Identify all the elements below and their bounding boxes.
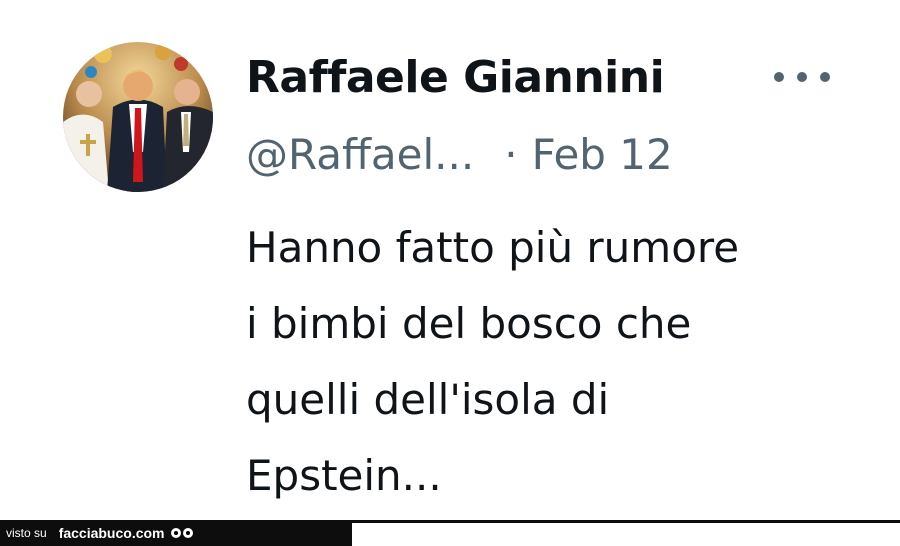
tweet-card: Raffaele Giannini @Raffael... · Feb 12 Han…: [0, 0, 900, 520]
eyes-logo-icon: [170, 528, 193, 538]
dot-icon: [797, 72, 807, 82]
author-name[interactable]: Raffaele Giannini: [246, 50, 665, 106]
watermark-bar: visto su facciabuco.com: [0, 520, 352, 546]
watermark-prefix: visto su: [6, 526, 47, 540]
more-options-icon[interactable]: [774, 62, 830, 92]
tweet-meta: @Raffael... · Feb 12: [246, 128, 673, 182]
eye-icon: [170, 528, 181, 538]
avatar-photo-icon: [63, 42, 213, 192]
author-handle[interactable]: @Raffael...: [246, 128, 474, 182]
footer-divider: [352, 520, 900, 523]
eye-icon: [182, 528, 193, 538]
dot-icon: [774, 72, 784, 82]
author-avatar[interactable]: [63, 42, 213, 192]
watermark-site[interactable]: facciabuco.com: [59, 525, 165, 541]
meta-separator: ·: [504, 130, 518, 179]
tweet-date[interactable]: Feb 12: [532, 130, 673, 179]
dot-icon: [820, 72, 830, 82]
watermark-footer: visto su facciabuco.com: [0, 520, 900, 546]
tweet-text: Hanno fatto più rumore i bimbi del bosco…: [246, 223, 740, 500]
